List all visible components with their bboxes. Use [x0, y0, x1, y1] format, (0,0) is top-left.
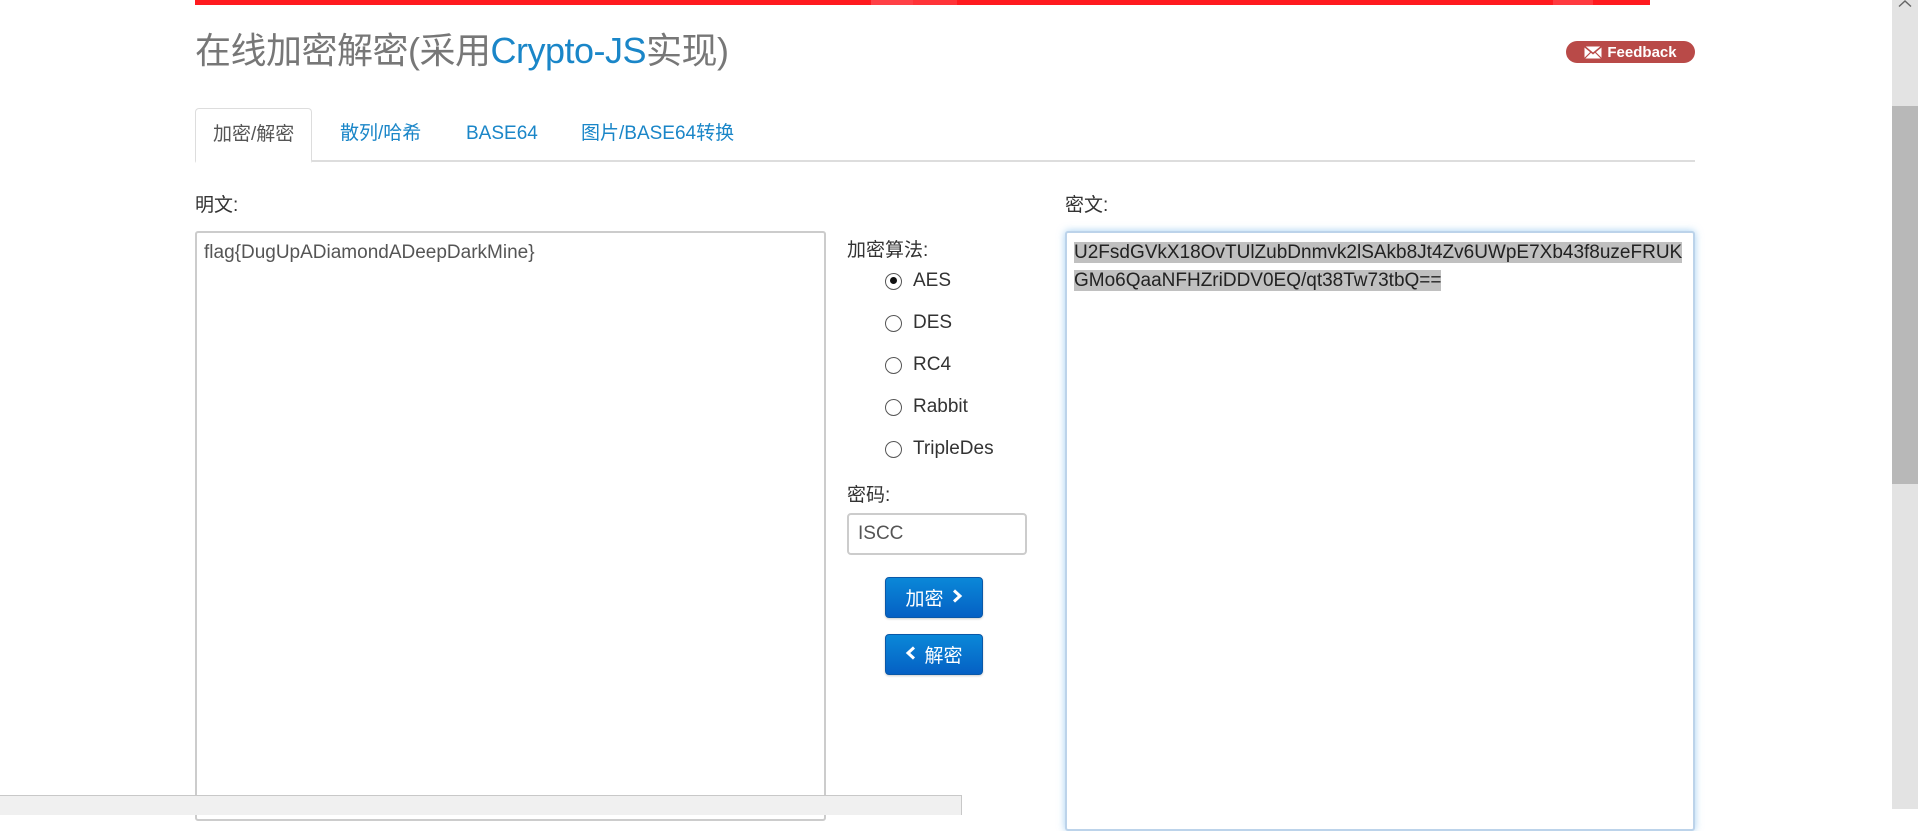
- radio-tripledes[interactable]: TripleDes: [885, 436, 994, 462]
- ciphertext-selected-text: U2FsdGVkX18OvTUlZubDnmvk2lSAkb8Jt4Zv6UWp…: [1074, 242, 1683, 291]
- tab-hash[interactable]: 散列/哈希: [340, 108, 421, 160]
- ciphertext-label: 密文:: [1065, 195, 1109, 216]
- radio-rabbit[interactable]: Rabbit: [885, 394, 968, 420]
- scroll-up-icon[interactable]: [1892, 0, 1918, 14]
- encrypt-button[interactable]: 加密: [885, 577, 983, 618]
- radio-button[interactable]: [885, 314, 902, 332]
- decrypt-label: 解密: [924, 646, 963, 667]
- tab-image-base64[interactable]: 图片/BASE64转换: [581, 108, 734, 160]
- password-label: 密码:: [847, 485, 891, 506]
- decrypt-button[interactable]: 解密: [885, 634, 983, 675]
- radio-label: AES: [913, 270, 952, 291]
- password-input[interactable]: [847, 513, 1027, 555]
- radio-aes[interactable]: AES: [885, 268, 951, 294]
- title-suffix: 实现): [646, 30, 729, 71]
- tab-encrypt-decrypt[interactable]: 加密/解密: [195, 108, 313, 163]
- encrypt-label: 加密: [905, 589, 944, 610]
- plaintext-label: 明文:: [195, 195, 239, 216]
- algorithm-label: 加密算法:: [847, 240, 929, 261]
- plaintext-input[interactable]: flag{DugUpADiamondADeepDarkMine}: [195, 231, 826, 821]
- tab-bar: 加密/解密 散列/哈希 BASE64 图片/BASE64转换: [195, 108, 1695, 163]
- radio-rc4[interactable]: RC4: [885, 352, 951, 378]
- feedback-button[interactable]: Feedback: [1566, 41, 1695, 63]
- radio-label: RC4: [913, 354, 952, 375]
- browser-status-bar: [0, 795, 962, 815]
- radio-button[interactable]: [885, 398, 902, 416]
- radio-des[interactable]: DES: [885, 310, 952, 336]
- radio-button-checked[interactable]: [885, 272, 902, 290]
- chevron-right-icon: [952, 587, 963, 609]
- radio-label: Rabbit: [913, 396, 968, 417]
- envelope-icon: [1584, 45, 1603, 59]
- radio-label: TripleDes: [913, 438, 994, 459]
- title-prefix: 在线加密解密(采用: [195, 30, 491, 71]
- chevron-left-icon: [905, 644, 916, 666]
- vertical-scrollbar[interactable]: [1892, 0, 1918, 809]
- feedback-label: Feedback: [1607, 43, 1677, 61]
- tab-base64[interactable]: BASE64: [466, 108, 538, 160]
- ciphertext-output[interactable]: U2FsdGVkX18OvTUlZubDnmvk2lSAkb8Jt4Zv6UWp…: [1065, 231, 1695, 831]
- top-accent-bar: [195, 0, 1650, 5]
- title-highlight: Crypto-JS: [490, 30, 647, 71]
- radio-button[interactable]: [885, 356, 902, 374]
- radio-button[interactable]: [885, 440, 902, 458]
- page-title: 在线加密解密(采用Crypto-JS实现): [195, 22, 729, 74]
- scrollbar-thumb[interactable]: [1892, 106, 1918, 484]
- radio-label: DES: [913, 312, 953, 333]
